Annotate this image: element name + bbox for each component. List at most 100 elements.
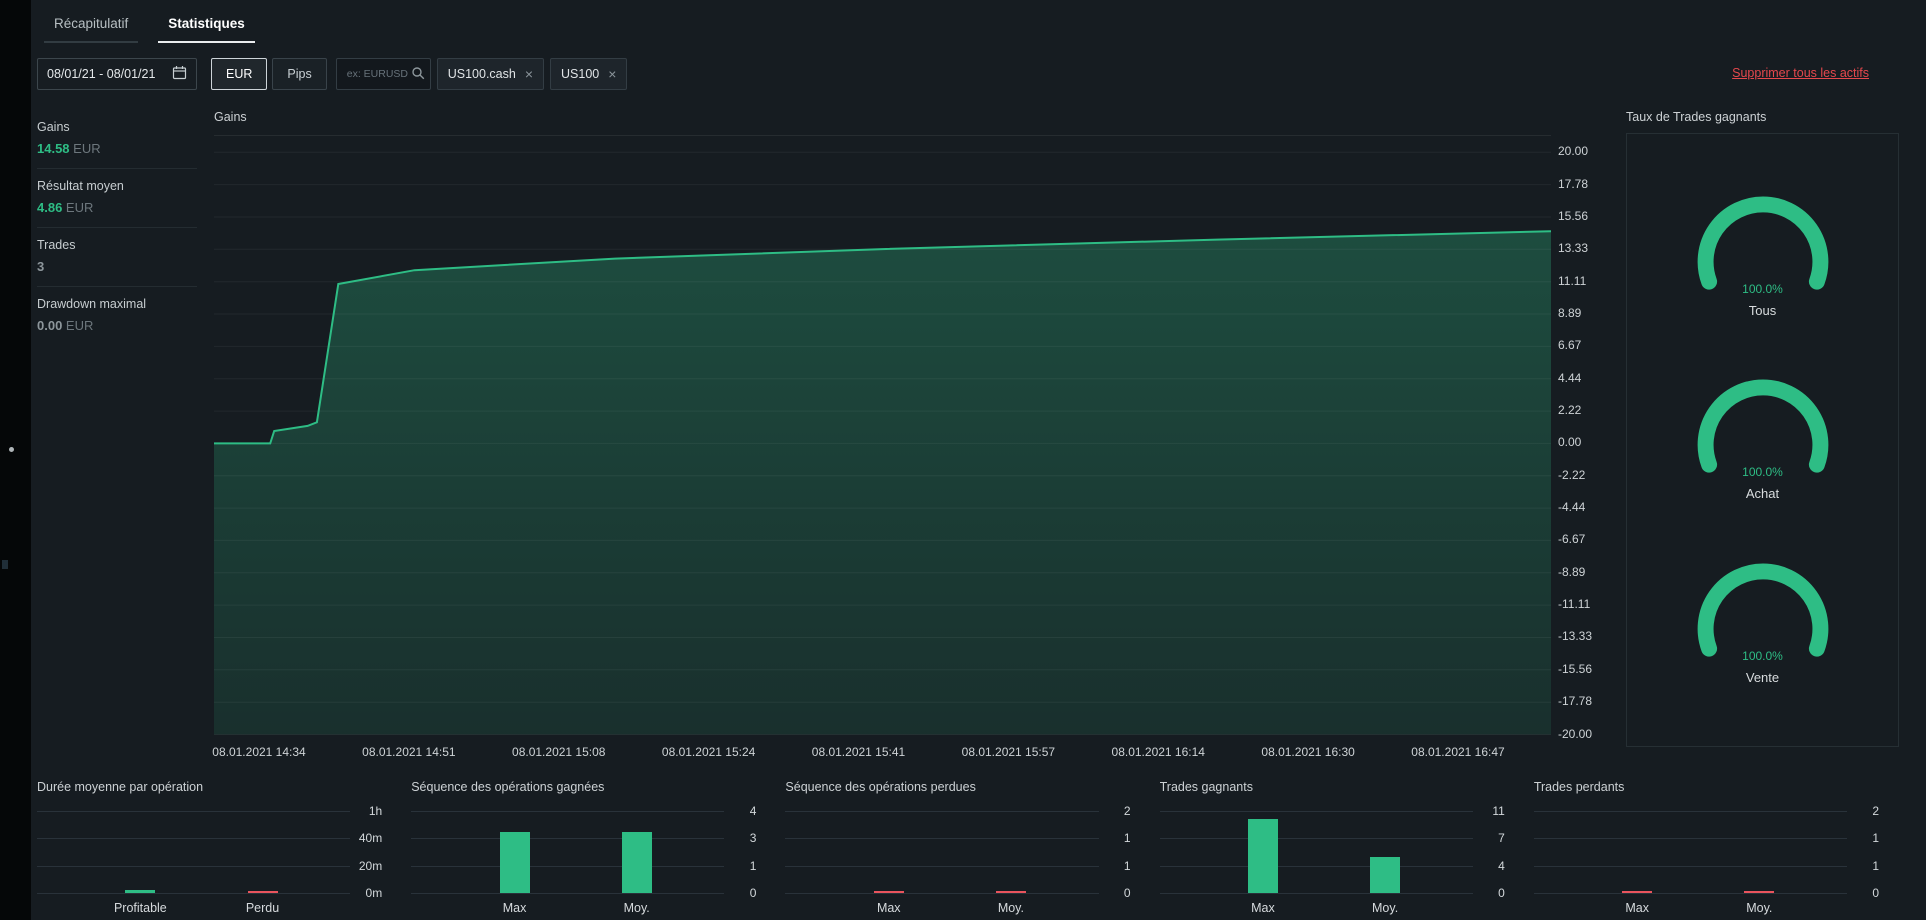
remove-tag-icon[interactable]: × [525,67,533,81]
date-range-input[interactable]: 08/01/21 - 08/01/21 [37,58,197,90]
category-label: Profitable [113,901,167,915]
y-axis-label: -15.56 [1558,661,1593,676]
calendar-icon[interactable] [172,65,187,83]
stat-item: Résultat moyen 4.86 EUR [37,168,197,227]
date-range-value: 08/01/21 - 08/01/21 [47,67,156,81]
unit-button-eur[interactable]: EUR [211,58,268,90]
stat-item: Trades 3 [37,227,197,286]
asset-search-input[interactable] [344,67,411,81]
mini-chart-win-streak: Séquence des opérations gagnées 4 3 1 0 Max Mo… [411,780,766,917]
y-axis-label: 4.44 [1558,370,1582,385]
category-label: Max [502,901,527,915]
y-axis-label: 1 [1123,859,1131,873]
gauge-tous: 100.0% Tous [1683,196,1843,318]
asset-tag[interactable]: US100.cash × [436,58,545,90]
category-label: Max [876,901,901,915]
mini-chart-plot: 2 1 1 0 [785,801,1140,900]
category-label: Perdu [245,901,280,915]
bottom-charts: Durée moyenne par opération 1h 40m 20m 0m Pro… [37,780,1889,917]
stat-label: Résultat moyen [37,179,124,193]
mini-chart-categories: Max Moy. [1160,901,1515,917]
gridline [1159,838,1473,839]
gridline [1533,838,1848,839]
y-axis-label: 8.89 [1558,306,1582,321]
left-edge-strip [0,0,31,920]
y-axis-label: -4.44 [1558,500,1586,515]
gains-plot [214,135,1551,735]
stat-label: Drawdown maximal [37,297,147,311]
x-axis-label: 08.01.2021 16:14 [1111,745,1205,759]
gridline [785,811,1099,812]
y-axis-label: 2.22 [1558,403,1582,418]
x-axis-label: 08.01.2021 14:34 [212,745,306,759]
gridline [37,893,351,894]
stat-value: 3 [37,259,45,274]
mini-chart-plot: 4 3 1 0 [411,801,766,900]
gains-y-axis: 20.00 17.78 15.56 13.33 11.11 8.89 6.67 4.44 2.2… [1558,110,1618,770]
remove-tag-icon[interactable]: × [608,67,616,81]
y-axis-label: 20.00 [1558,144,1589,159]
bar-Moy [1370,856,1401,893]
y-axis-label: -8.89 [1558,564,1586,579]
category-label: Moy. [997,901,1024,915]
bar-Moy [995,891,1026,893]
gauge-box: 100.0% Tous 100.0% Achat 100.0% Vente [1626,133,1899,747]
asset-tag-label: US100 [561,67,600,81]
x-axis-label: 08.01.2021 16:47 [1411,745,1505,759]
mini-chart-title: Trades gagnants [1159,780,1253,794]
y-axis-label: 17.78 [1558,176,1589,191]
y-axis-label: 2 [1872,804,1880,818]
gauge-label: Tous [1748,302,1777,318]
gains-x-axis: 08.01.2021 14:34 08.01.2021 14:51 08.01.20… [212,745,1551,761]
bar-Perdu [247,891,278,893]
x-axis-label: 08.01.2021 16:30 [1261,745,1355,759]
y-axis-label: -2.22 [1558,467,1586,482]
bar-Max [1247,818,1278,893]
y-axis-label: 7 [1498,831,1505,845]
mini-chart-title: Séquence des opérations gagnées [411,780,605,794]
y-axis-label: 2 [1123,804,1131,818]
gridline [411,893,725,894]
stat-item: Gains 14.58 EUR [37,110,197,168]
y-axis-label: 1h [368,804,383,818]
unit-button-pips[interactable]: Pips [272,58,327,90]
y-axis-label: 13.33 [1558,241,1589,256]
gridline [785,866,1099,867]
y-axis-label: -13.33 [1558,629,1593,644]
mini-chart-winning-trades: Trades gagnants 11 7 4 0 Max Moy. [1159,780,1515,917]
gridline [1533,893,1848,894]
win-rate-title: Taux de Trades gagnants [1626,110,1767,124]
gains-chart: Gains 20.00 17.78 15.56 13.33 11.11 8.89 6.67 4… [212,110,1619,770]
bar-Max [873,891,904,893]
mini-chart-categories: Max Moy. [1534,901,1889,917]
y-axis-label: 3 [749,831,757,845]
bar-Profitable [125,890,156,893]
y-axis-label: -17.78 [1558,694,1593,709]
tab-statistiques[interactable]: Statistiques [158,12,255,43]
filter-bar: 08/01/21 - 08/01/21 EUR Pips ex: EURUSD … [37,58,628,90]
strip-dot [9,447,14,452]
y-axis-label: 0 [1498,886,1505,900]
gridline [37,866,351,867]
mini-chart-avg-duration: Durée moyenne par opération 1h 40m 20m 0m Pro… [37,780,392,917]
mini-chart-plot: 1h 40m 20m 0m [37,801,392,900]
search-icon [411,66,425,83]
category-label: Max [1625,901,1649,915]
win-rate-section: Taux de Trades gagnants 100.0% Tous 100.0%… [1626,110,1899,747]
y-axis-label: 0 [1123,886,1131,900]
asset-tags: US100.cash × US100 × [431,58,628,90]
asset-search-box[interactable] [335,58,431,90]
gridline [1533,866,1848,867]
y-axis-label: 11 [1492,804,1505,818]
y-axis-label: 0m [365,886,383,900]
gridline [411,866,725,867]
stat-value: 4.86 EUR [37,200,94,215]
stat-item: Drawdown maximal 0.00 EUR [37,286,197,345]
tab-recapitulatif[interactable]: Récapitulatif [44,12,139,43]
gridline [1159,866,1473,867]
y-axis-label: 1 [749,859,757,873]
stat-label: Trades [37,238,76,252]
remove-all-assets-link[interactable]: Supprimer tous les actifs [1732,66,1869,80]
asset-tag[interactable]: US100 × [550,58,628,90]
category-label: Max [1251,901,1275,915]
